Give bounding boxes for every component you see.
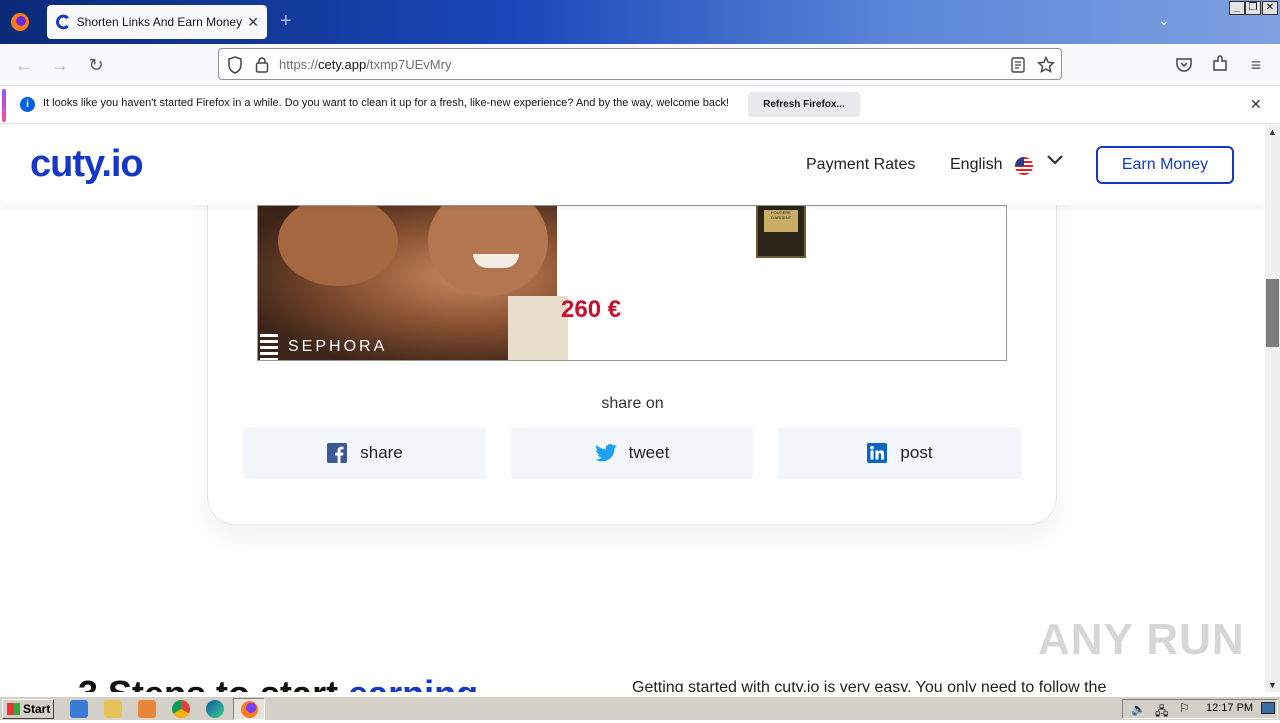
share-linkedin-button[interactable]: post [778,427,1021,479]
share-twitter-button[interactable]: tweet [511,427,753,479]
notification-bar: i It looks like you haven't started Fire… [0,87,1280,124]
restore-button[interactable]: ❐ [1245,1,1261,15]
windows-taskbar: Start 🔈 🖧 ⚐ 12:17 PM [0,696,1280,720]
steps-heading: 3 Steps to start earning [78,673,478,692]
explorer-icon[interactable] [104,700,122,718]
site-header: cuty.io Payment Rates English Earn Money [0,125,1265,205]
list-all-tabs-icon[interactable]: ⌄ [1158,12,1170,29]
bottle-label: FOUGERE D'ARGENT [764,210,798,232]
linkedin-icon [866,442,888,464]
ad-price: 260 € [561,296,622,323]
earn-money-button[interactable]: Earn Money [1096,146,1234,184]
url-bar[interactable]: https://cety.app/txmp7UEvMry [218,48,1062,80]
share-twitter-label: tweet [628,443,670,462]
firefox-taskbar-button[interactable] [233,698,265,720]
share-heading: share on [601,395,664,412]
lock-icon[interactable] [255,56,269,73]
taskbar-clock: 12:17 PM [1206,702,1254,714]
system-tray: 🔈 🖧 ⚐ [1122,699,1278,719]
pocket-icon[interactable] [1175,56,1193,74]
ad-brand: SEPHORA [288,338,388,355]
ad-photo: SEPHORA [258,206,568,360]
page-content: SEPHORA FOUGERE D'ARGENT 260 € share on … [0,125,1265,692]
menu-icon[interactable]: ≡ [1246,55,1266,75]
back-icon[interactable]: ← [14,55,34,75]
twitter-icon [594,442,617,464]
share-facebook-button[interactable]: share [243,427,486,479]
language-selector[interactable]: English [950,156,1002,174]
minimize-button[interactable]: _ [1229,1,1245,15]
windows-logo-icon [7,703,20,715]
notification-accent [2,89,6,122]
chrome-icon[interactable] [172,700,190,718]
extensions-icon[interactable] [1211,55,1229,73]
tab-title: Shorten Links And Earn Money | cu [76,15,244,29]
reader-view-icon[interactable] [1011,57,1025,73]
firefox-icon[interactable] [8,10,32,34]
notification-close-icon[interactable]: ✕ [1250,96,1262,113]
tab-active[interactable]: Shorten Links And Earn Money | cu ✕ [47,5,267,39]
advertisement-banner[interactable]: SEPHORA FOUGERE D'ARGENT 260 € [257,205,1007,361]
us-flag-icon [1015,157,1033,175]
steps-description: Getting started with cuty.io is very eas… [632,679,1107,692]
sephora-logo-mark [260,334,278,360]
close-window-button[interactable]: ✕ [1262,1,1278,15]
reload-icon[interactable]: ↻ [86,55,106,75]
show-desktop-icon[interactable] [1261,702,1275,714]
url-text[interactable]: https://cety.app/txmp7UEvMry [279,57,451,72]
shield-icon[interactable] [227,56,243,74]
scroll-up-arrow-icon[interactable]: ▲ [1268,127,1277,137]
share-linkedin-label: post [900,443,933,462]
page-scrollbar[interactable] [1265,125,1280,692]
scroll-down-arrow-icon[interactable]: ▼ [1268,680,1277,690]
chevron-down-icon[interactable] [1046,153,1064,171]
media-player-icon[interactable] [138,700,156,718]
perfume-bottle-image: FOUGERE D'ARGENT [756,206,806,258]
scrollbar-thumb[interactable] [1266,279,1279,347]
tab-close-icon[interactable]: ✕ [247,14,259,31]
facebook-icon [326,442,348,464]
payment-rates-link[interactable]: Payment Rates [806,156,915,174]
firefox-taskbar-icon [241,701,258,718]
title-bar: Shorten Links And Earn Money | cu ✕ + ⌄ … [0,0,1280,44]
new-tab-button[interactable]: + [280,10,292,32]
bookmark-star-icon[interactable] [1037,56,1055,74]
flag-icon[interactable]: ⚐ [1179,701,1190,715]
refresh-firefox-button[interactable]: Refresh Firefox... [748,92,860,117]
notification-message: It looks like you haven't started Firefo… [43,97,730,109]
forward-icon[interactable]: → [50,55,70,75]
volume-icon[interactable]: 🔈 [1131,702,1146,716]
start-button[interactable]: Start [2,699,54,719]
cuty-favicon-icon [56,14,69,30]
edge-icon[interactable] [206,700,224,718]
info-icon: i [20,97,35,112]
share-facebook-label: share [360,443,403,462]
anyrun-watermark: ANY RUN [1038,615,1245,664]
navigation-toolbar: ← → ↻ https://cety.app/txmp7UEvMry ≡ [0,44,1280,86]
site-logo[interactable]: cuty.io [30,143,144,186]
ie-icon[interactable] [70,700,88,718]
